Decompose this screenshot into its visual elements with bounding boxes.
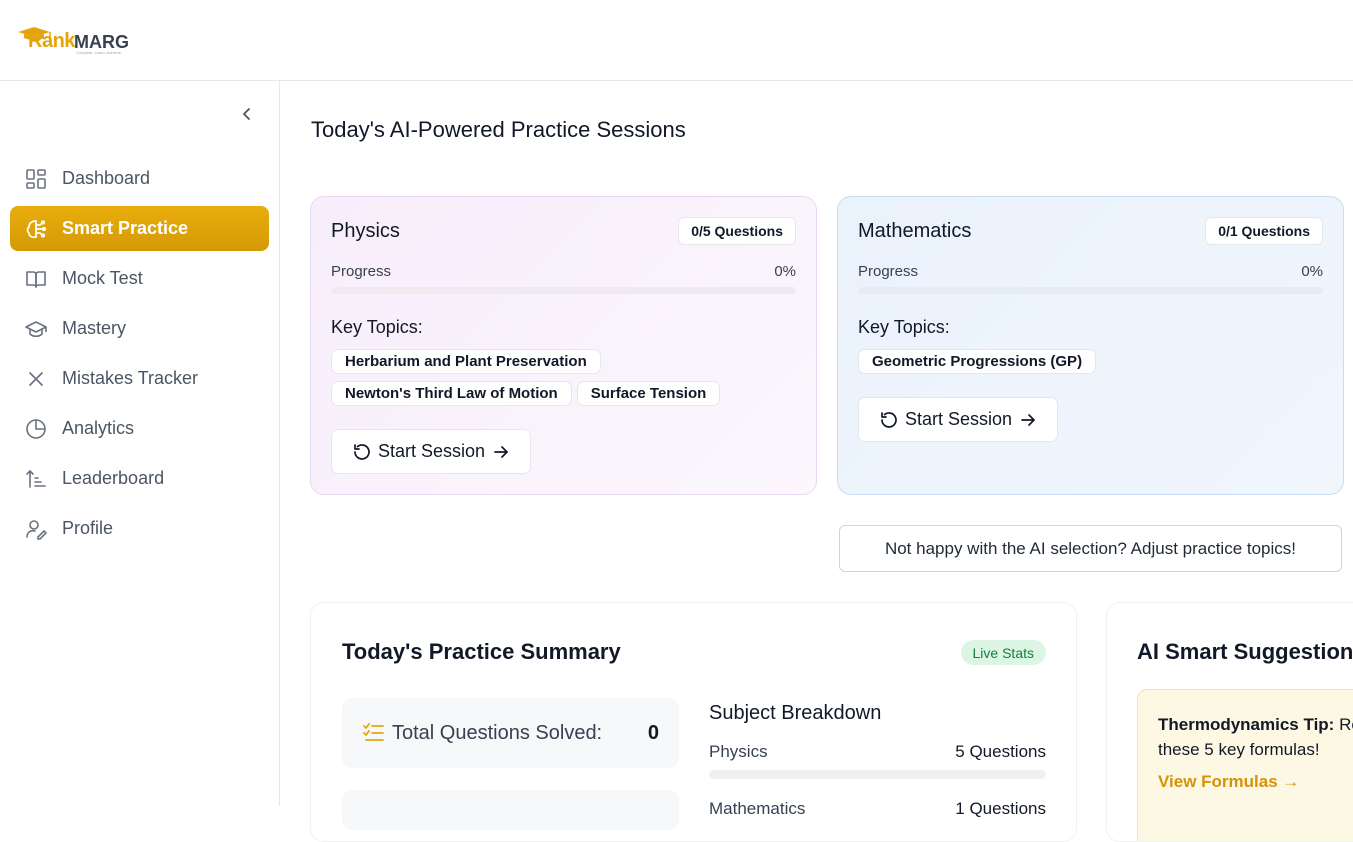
logo-tagline: Compete. Learn. Achieve.: [76, 50, 123, 55]
progress-bar: [331, 287, 796, 294]
sidebar-item-label: Dashboard: [62, 168, 151, 188]
arrow-right-icon: [492, 443, 510, 461]
logo-text-rank: Rank: [28, 30, 75, 52]
start-session-button[interactable]: Start Session: [331, 429, 532, 474]
sidebar-item-smart-practice[interactable]: Smart Practice: [10, 206, 269, 251]
sort-ascending-icon: [24, 467, 48, 491]
sidebar-item-dashboard[interactable]: Dashboard: [10, 156, 269, 201]
sidebar-item-label: Smart Practice: [62, 218, 189, 238]
topic-chips: Geometric Progressions (GP): [858, 349, 1323, 374]
arrow-right-icon: [1019, 411, 1037, 429]
main-content: Today's AI-Powered Practice Sessions Phy…: [280, 81, 1353, 842]
sidebar: Dashboard Smart Practice Mock Test Maste…: [0, 81, 280, 806]
key-topics-label: Key Topics:: [858, 317, 950, 337]
suggestion-tip: Thermodynamics Tip: Review these 5 key f…: [1137, 689, 1353, 841]
chevron-left-icon: [243, 108, 250, 120]
tip-text-line2: these 5 key formulas!: [1158, 740, 1320, 759]
tip-title: Thermodynamics Tip:: [1158, 715, 1335, 734]
tip-text: Review: [1339, 715, 1353, 734]
session-card-physics: Physics 0/5 Questions Progress 0% Key To…: [310, 196, 817, 495]
pie-chart-icon: [24, 417, 48, 441]
progress-value: 0%: [1301, 263, 1323, 280]
ai-suggestions-card: AI Smart Suggestions Thermodynamics Tip:…: [1106, 602, 1353, 842]
breakdown-bar: [709, 770, 1046, 779]
sidebar-item-label: Mastery: [62, 318, 127, 338]
sidebar-item-mastery[interactable]: Mastery: [10, 306, 269, 351]
topic-chip: Geometric Progressions (GP): [858, 349, 1097, 374]
session-subject: Mathematics: [858, 220, 972, 242]
page-title: Today's AI-Powered Practice Sessions: [311, 117, 686, 142]
sidebar-item-label: Leaderboard: [62, 468, 165, 488]
topic-chip: Newton's Third Law of Motion: [331, 381, 572, 406]
sidebar-item-label: Mistakes Tracker: [62, 368, 199, 388]
brain-circuit-icon: [24, 217, 48, 241]
total-questions-label: Total Questions Solved:: [392, 721, 603, 744]
topic-chip: Surface Tension: [576, 381, 721, 406]
practice-summary-card: Today's Practice Summary Live Stats Tota…: [310, 602, 1077, 842]
ai-suggestions-title: AI Smart Suggestions: [1137, 639, 1353, 664]
progress-label: Progress: [858, 263, 919, 280]
sidebar-collapse-button[interactable]: [236, 103, 258, 125]
total-questions-value: 0: [647, 721, 659, 744]
sidebar-item-analytics[interactable]: Analytics: [10, 406, 269, 451]
dashboard-grid-icon: [24, 167, 48, 191]
breakdown-subject: Physics: [709, 742, 768, 761]
key-topics-label: Key Topics:: [331, 317, 423, 337]
graduation-cap-icon: [24, 317, 48, 341]
sidebar-item-profile[interactable]: Profile: [10, 506, 269, 551]
tip-heading: Thermodynamics Tip: Review: [1158, 712, 1353, 737]
questions-badge: 0/1 Questions: [1205, 217, 1323, 245]
secondary-stat: [342, 790, 679, 830]
breakdown-count: 5 Questions: [955, 742, 1046, 761]
questions-badge: 0/5 Questions: [678, 217, 796, 245]
open-book-icon: [24, 267, 48, 291]
live-stats-badge: Live Stats: [960, 640, 1046, 665]
sidebar-nav: Dashboard Smart Practice Mock Test Maste…: [10, 156, 269, 556]
total-questions-stat: Total Questions Solved: 0: [342, 698, 679, 768]
start-session-label: Start Session: [905, 409, 1013, 429]
start-session-button[interactable]: Start Session: [858, 397, 1059, 442]
summary-title: Today's Practice Summary: [342, 639, 621, 664]
rotate-ccw-icon: [879, 410, 899, 430]
top-bar: Rank MARG Compete. Learn. Achieve.: [0, 0, 1353, 81]
session-subject: Physics: [331, 220, 400, 242]
topic-chip: Herbarium and Plant Preservation: [331, 349, 601, 374]
sidebar-item-label: Analytics: [62, 418, 135, 438]
session-card-mathematics: Mathematics 0/1 Questions Progress 0% Ke…: [837, 196, 1344, 495]
breakdown-count: 1 Questions: [955, 799, 1046, 818]
progress-value: 0%: [774, 263, 796, 280]
rotate-ccw-icon: [352, 442, 372, 462]
start-session-label: Start Session: [378, 441, 486, 461]
view-formulas-link[interactable]: View Formulas →: [1158, 772, 1353, 792]
sidebar-item-leaderboard[interactable]: Leaderboard: [10, 456, 269, 501]
sidebar-item-mistakes-tracker[interactable]: Mistakes Tracker: [10, 356, 269, 401]
topic-chips: Herbarium and Plant Preservation Newton'…: [331, 349, 796, 406]
sidebar-item-label: Profile: [62, 518, 114, 538]
subject-breakdown-title: Subject Breakdown: [709, 702, 882, 724]
adjust-topics-button[interactable]: Not happy with the AI selection? Adjust …: [839, 525, 1342, 572]
checklist-icon: [362, 722, 386, 744]
rankmarg-logo[interactable]: Rank MARG Compete. Learn. Achieve.: [14, 24, 134, 56]
sidebar-item-mock-test[interactable]: Mock Test: [10, 256, 269, 301]
x-icon: [24, 367, 48, 391]
progress-label: Progress: [331, 263, 392, 280]
user-edit-icon: [24, 517, 48, 541]
breakdown-subject: Mathematics: [709, 799, 806, 818]
sidebar-item-label: Mock Test: [62, 268, 143, 288]
progress-bar: [858, 287, 1323, 294]
